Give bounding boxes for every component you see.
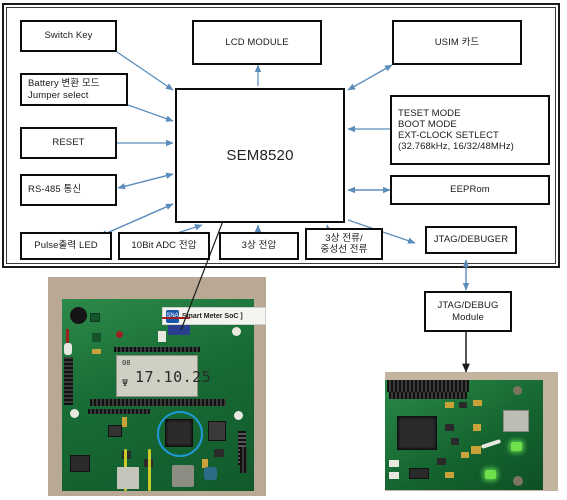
box-mode-clock-line2: BOOT MODE (398, 118, 457, 130)
box-eeprom[interactable]: EEPRom (390, 175, 550, 205)
block-sem8520-label: SEM8520 (226, 147, 294, 164)
box-usim-card[interactable]: USIM 카드 (392, 20, 522, 65)
box-reset-label: RESET (52, 137, 85, 149)
box-usim-card-label: USIM 카드 (434, 36, 480, 48)
box-three-phase-voltage[interactable]: 3상 전압 (219, 232, 299, 260)
box-lcd-module[interactable]: LCD MODULE (192, 20, 322, 65)
box-mode-clock[interactable]: TESET MODE BOOT MODE EXT-CLOCK SETLECT (… (390, 95, 550, 165)
box-three-phase-current-line1: 3상 전류/ (325, 232, 363, 244)
box-pulse-led[interactable]: Pulse출력 LED (20, 232, 112, 260)
box-switch-key[interactable]: Switch Key (20, 20, 117, 52)
box-eeprom-label: EEPRom (450, 184, 490, 196)
box-jtag-debuger-label: JTAG/DEBUGER (433, 234, 509, 246)
box-rs485-label: RS-485 통신 (28, 184, 82, 196)
box-mode-clock-line4: (32.768kHz, 16/32/48MHz) (398, 141, 514, 153)
box-adc-voltage-label: 10Bit ADC 전압 (131, 240, 197, 252)
box-jtag-debuger[interactable]: JTAG/DEBUGER (425, 226, 517, 254)
box-mode-clock-line1: TESET MODE (398, 107, 461, 119)
box-adc-voltage[interactable]: 10Bit ADC 전압 (118, 232, 210, 260)
box-pulse-led-label: Pulse출력 LED (34, 240, 98, 252)
diagram-page: Switch Key Battery 변환 모드 Jumper select R… (0, 0, 567, 500)
box-three-phase-voltage-label: 3상 전압 (241, 240, 277, 252)
box-battery-jumper-line1: Battery 변환 모드 (28, 78, 100, 90)
box-mode-clock-line3: EXT-CLOCK SETLECT (398, 130, 499, 141)
box-lcd-module-label: LCD MODULE (225, 36, 289, 48)
box-battery-jumper[interactable]: Battery 변환 모드 Jumper select (20, 73, 128, 106)
box-jtag-debug-module-line2: Module (452, 311, 484, 323)
box-jtag-debug-module-line1: JTAG/DEBUG (437, 300, 499, 312)
box-rs485[interactable]: RS-485 통신 (20, 174, 117, 206)
block-sem8520[interactable]: SEM8520 (175, 88, 345, 223)
box-three-phase-current-line2: 중성선 전류 (320, 244, 368, 255)
box-switch-key-label: Switch Key (44, 30, 93, 42)
box-reset[interactable]: RESET (20, 127, 117, 159)
box-jtag-debug-module[interactable]: JTAG/DEBUG Module (424, 291, 512, 332)
box-three-phase-current[interactable]: 3상 전류/ 중성선 전류 (305, 228, 383, 260)
box-battery-jumper-line2: Jumper select (28, 89, 89, 101)
